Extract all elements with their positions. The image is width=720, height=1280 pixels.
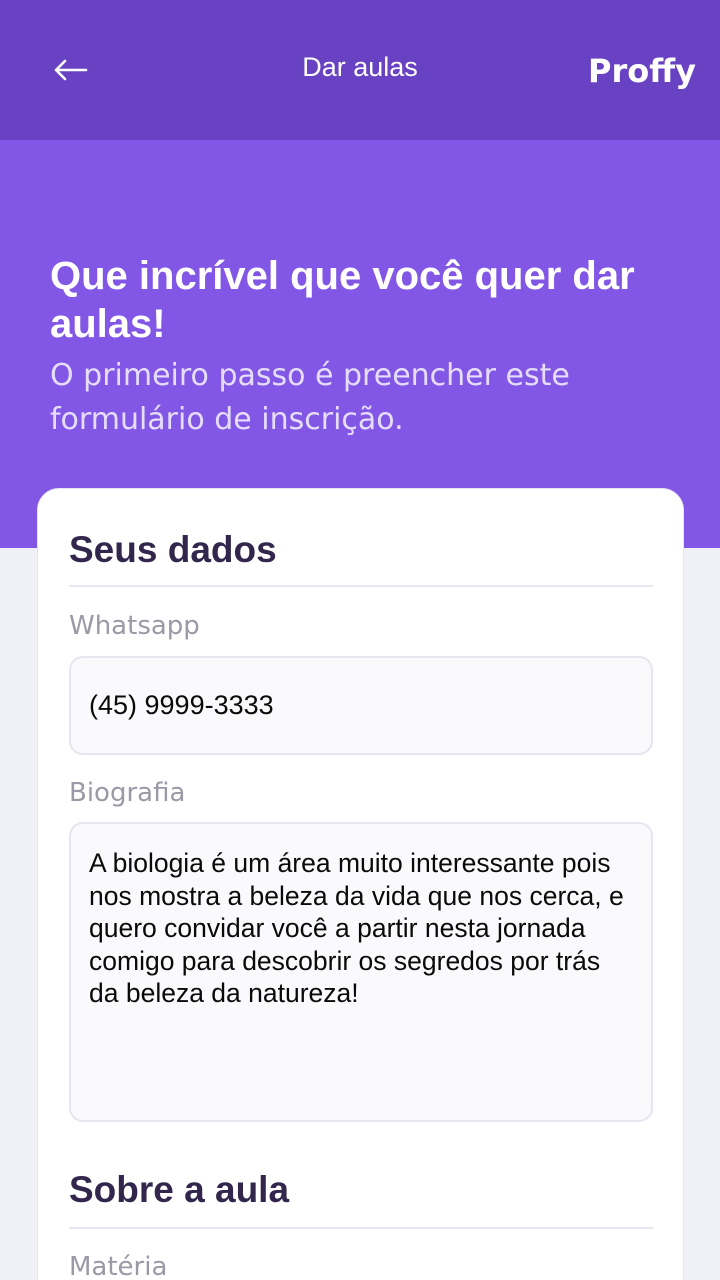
section-title-about-class: Sobre a aula <box>69 1169 290 1210</box>
registration-form-card: Seus dados Whatsapp (45) 9999-3333 Biogr… <box>37 488 684 1280</box>
bio-label: Biografia <box>69 778 186 808</box>
hero-banner: Que incrível que você quer dar aulas! O … <box>0 140 720 548</box>
subject-label: Matéria <box>69 1252 168 1280</box>
top-bar: Dar aulas Proffy <box>0 0 720 140</box>
section-title-personal-data: Seus dados <box>69 529 277 570</box>
hero-title: Que incrível que você quer dar aulas! <box>50 254 635 346</box>
bio-value: A biologia é um área muito interessante … <box>89 848 624 1008</box>
proffy-logo: Proffy <box>588 52 696 90</box>
hero-subtitle: O primeiro passo é preencher este formul… <box>50 358 570 437</box>
whatsapp-value: (45) 9999-3333 <box>89 690 274 720</box>
section-divider <box>69 1227 653 1229</box>
section-divider <box>69 585 653 587</box>
whatsapp-label: Whatsapp <box>69 611 200 641</box>
bio-textarea[interactable]: A biologia é um área muito interessante … <box>69 822 653 1122</box>
whatsapp-input[interactable]: (45) 9999-3333 <box>69 656 653 755</box>
